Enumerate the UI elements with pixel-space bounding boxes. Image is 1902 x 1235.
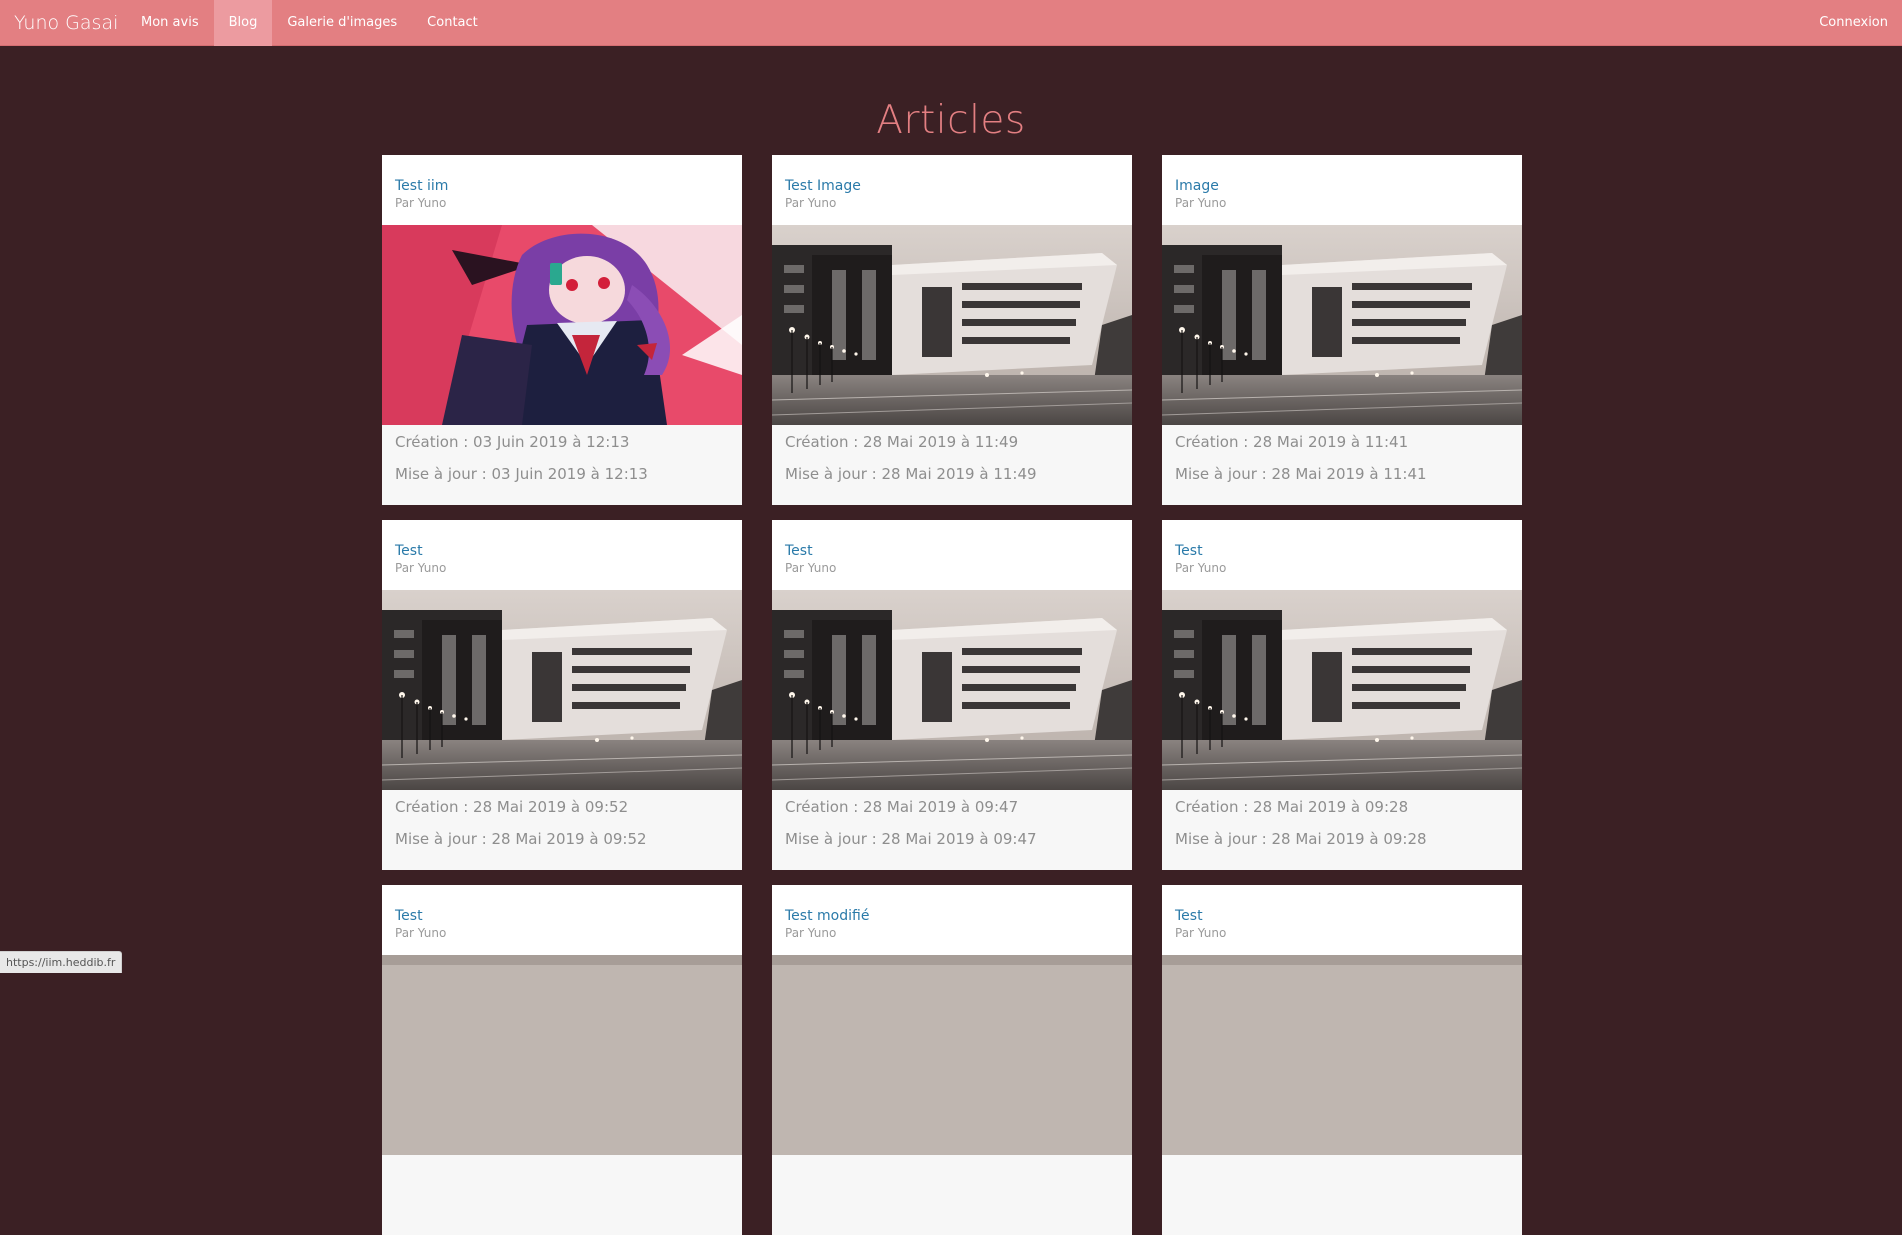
article-card[interactable]: Test modifiéPar Yuno [772, 885, 1132, 1235]
anime-girl-image [382, 225, 742, 425]
building-photo-image [772, 225, 1132, 425]
article-author: Par Yuno [785, 560, 1119, 576]
article-updated-date: Mise à jour : 28 Mai 2019 à 11:49 [785, 464, 1119, 484]
article-created-date: Création : 28 Mai 2019 à 11:41 [1175, 432, 1509, 452]
article-title-link[interactable]: Test [395, 907, 729, 925]
article-meta: Création : 28 Mai 2019 à 09:47 Mise à jou… [772, 790, 1132, 849]
article-created-date: Création : 28 Mai 2019 à 09:47 [785, 797, 1119, 817]
article-title-link[interactable]: Test [395, 542, 729, 560]
article-image-wrapper[interactable] [772, 955, 1132, 1155]
article-image-wrapper[interactable] [382, 590, 742, 790]
article-meta: Création : 28 Mai 2019 à 09:52 Mise à jou… [382, 790, 742, 849]
status-bar-url: https://iim.heddib.fr [0, 951, 122, 973]
nav-item-galerie[interactable]: Galerie d'images [272, 0, 412, 46]
article-title-link[interactable]: Image [1175, 177, 1509, 195]
article-created-date: Création : 28 Mai 2019 à 09:52 [395, 797, 729, 817]
article-card-header: TestPar Yuno [1162, 885, 1522, 955]
article-card-header: TestPar Yuno [382, 520, 742, 590]
article-image-wrapper[interactable] [772, 225, 1132, 425]
article-created-date: Création : 28 Mai 2019 à 09:28 [1175, 797, 1509, 817]
nav-item-blog[interactable]: Blog [214, 0, 273, 46]
article-author: Par Yuno [395, 195, 729, 211]
article-card[interactable]: Test iimPar Yuno Création : 03 Juin 2019 … [382, 155, 742, 505]
article-meta: Création : 28 Mai 2019 à 11:41 Mise à jou… [1162, 425, 1522, 484]
article-card[interactable]: Test ImagePar Yuno Création : 28 Mai 2019… [772, 155, 1132, 505]
article-card-header: TestPar Yuno [382, 885, 742, 955]
article-title-link[interactable]: Test modifié [785, 907, 1119, 925]
article-card[interactable]: TestPar Yuno Création : 28 Mai 2019 à 09:… [382, 520, 742, 870]
article-title-link[interactable]: Test [1175, 907, 1509, 925]
article-card-header: TestPar Yuno [772, 520, 1132, 590]
article-image-wrapper[interactable] [382, 225, 742, 425]
article-created-date: Création : 03 Juin 2019 à 12:13 [395, 432, 729, 452]
login-link[interactable]: Connexion [1819, 0, 1888, 46]
article-updated-date: Mise à jour : 28 Mai 2019 à 09:52 [395, 829, 729, 849]
article-meta: Création : 03 Juin 2019 à 12:13 Mise à jo… [382, 425, 742, 484]
article-author: Par Yuno [395, 560, 729, 576]
article-title-link[interactable]: Test [785, 542, 1119, 560]
article-author: Par Yuno [1175, 925, 1509, 941]
article-card[interactable]: TestPar Yuno [382, 885, 742, 1235]
nav-links: Mon avis Blog Galerie d'images Contact [126, 0, 493, 46]
article-card-header: Test ImagePar Yuno [772, 155, 1132, 225]
article-updated-date: Mise à jour : 03 Juin 2019 à 12:13 [395, 464, 729, 484]
article-author: Par Yuno [1175, 560, 1509, 576]
article-card-header: TestPar Yuno [1162, 520, 1522, 590]
building-photo-image [1162, 590, 1522, 790]
article-author: Par Yuno [785, 195, 1119, 211]
article-card-header: Test modifiéPar Yuno [772, 885, 1132, 955]
article-created-date: Création : 28 Mai 2019 à 11:49 [785, 432, 1119, 452]
article-card[interactable]: TestPar Yuno [1162, 885, 1522, 1235]
article-meta: Création : 28 Mai 2019 à 11:49 Mise à jou… [772, 425, 1132, 484]
article-title-link[interactable]: Test iim [395, 177, 729, 195]
article-author: Par Yuno [1175, 195, 1509, 211]
article-card[interactable]: TestPar Yuno Création : 28 Mai 2019 à 09:… [1162, 520, 1522, 870]
brand-link[interactable]: Yuno Gasai [14, 0, 118, 46]
article-meta: Création : 28 Mai 2019 à 09:28 Mise à jou… [1162, 790, 1522, 849]
building-photo-image [382, 590, 742, 790]
nav-item-contact[interactable]: Contact [412, 0, 493, 46]
top-navbar: Yuno Gasai Mon avis Blog Galerie d'image… [0, 0, 1902, 46]
article-updated-date: Mise à jour : 28 Mai 2019 à 11:41 [1175, 464, 1509, 484]
article-image-wrapper[interactable] [1162, 225, 1522, 425]
article-card[interactable]: ImagePar Yuno Création : 28 Mai 2019 à 11… [1162, 155, 1522, 505]
article-author: Par Yuno [785, 925, 1119, 941]
article-card-header: Test iimPar Yuno [382, 155, 742, 225]
article-image [1162, 955, 1522, 1155]
article-card-header: ImagePar Yuno [1162, 155, 1522, 225]
page-title: Articles [0, 98, 1902, 143]
article-updated-date: Mise à jour : 28 Mai 2019 à 09:28 [1175, 829, 1509, 849]
article-image-wrapper[interactable] [382, 955, 742, 1155]
article-image-wrapper[interactable] [1162, 590, 1522, 790]
building-photo-image [772, 590, 1132, 790]
article-author: Par Yuno [395, 925, 729, 941]
article-updated-date: Mise à jour : 28 Mai 2019 à 09:47 [785, 829, 1119, 849]
article-image-wrapper[interactable] [772, 590, 1132, 790]
article-title-link[interactable]: Test [1175, 542, 1509, 560]
article-image-wrapper[interactable] [1162, 955, 1522, 1155]
article-card[interactable]: TestPar Yuno Création : 28 Mai 2019 à 09:… [772, 520, 1132, 870]
article-title-link[interactable]: Test Image [785, 177, 1119, 195]
article-image [382, 955, 742, 1155]
building-photo-image [1162, 225, 1522, 425]
article-image [772, 955, 1132, 1155]
nav-item-mon-avis[interactable]: Mon avis [126, 0, 214, 46]
